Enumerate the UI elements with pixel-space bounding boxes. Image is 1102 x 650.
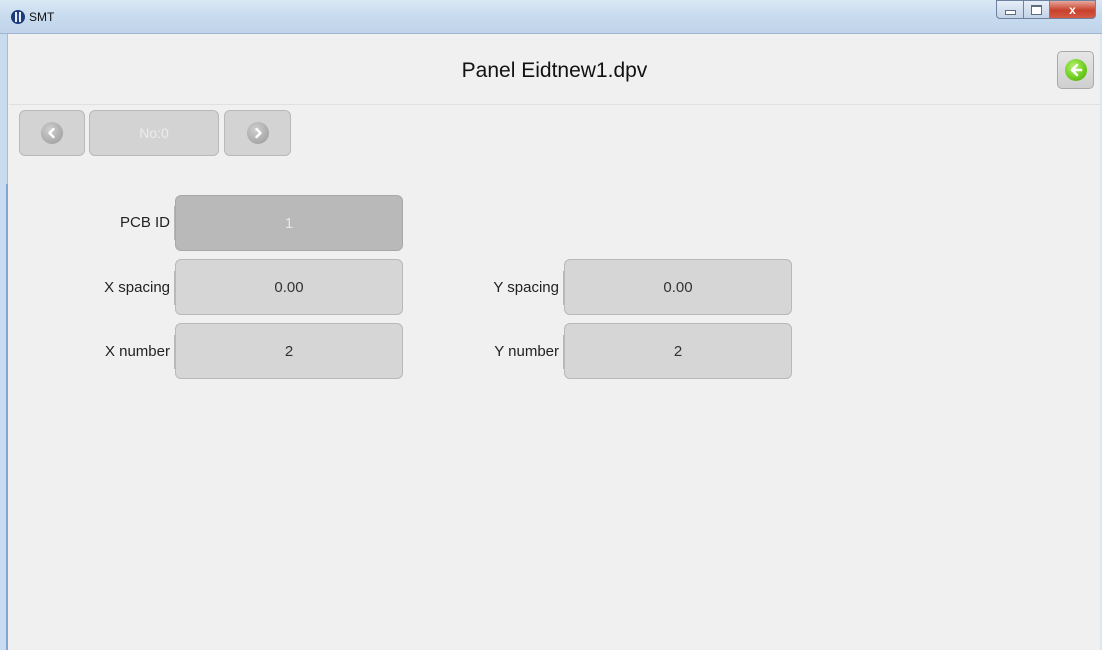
board-counter: No:0 bbox=[89, 110, 219, 156]
window-titlebar: SMT x bbox=[0, 0, 1102, 34]
page-header: Panel Eidtnew1.dpv bbox=[9, 34, 1100, 105]
page-title: Panel Eidtnew1.dpv bbox=[461, 59, 648, 82]
back-arrow-icon bbox=[1064, 59, 1087, 81]
maximize-icon bbox=[1031, 4, 1042, 15]
y-spacing-field[interactable]: 0.00 bbox=[564, 259, 792, 315]
x-spacing-label: X spacing bbox=[60, 271, 175, 305]
next-button[interactable] bbox=[224, 110, 291, 156]
minimize-button[interactable] bbox=[996, 0, 1024, 19]
pcb-id-field: 1 bbox=[175, 195, 403, 251]
x-spacing-field[interactable]: 0.00 bbox=[175, 259, 403, 315]
chevron-left-icon bbox=[41, 122, 63, 144]
y-spacing-label: Y spacing bbox=[450, 271, 564, 305]
chevron-right-icon bbox=[246, 122, 269, 144]
app-logo-icon bbox=[11, 10, 25, 24]
y-number-label: Y number bbox=[450, 335, 564, 369]
close-button[interactable]: x bbox=[1050, 0, 1096, 19]
pcb-id-label: PCB ID bbox=[80, 206, 175, 240]
maximize-button[interactable] bbox=[1024, 0, 1050, 19]
minimize-icon bbox=[1004, 10, 1016, 15]
window-frame-left bbox=[0, 34, 8, 650]
y-number-field[interactable]: 2 bbox=[564, 323, 792, 379]
window-title: SMT bbox=[29, 10, 55, 24]
previous-button[interactable] bbox=[19, 110, 85, 156]
close-icon: x bbox=[1069, 2, 1076, 17]
back-button[interactable] bbox=[1057, 51, 1094, 89]
x-number-field[interactable]: 2 bbox=[175, 323, 403, 379]
window-controls: x bbox=[996, 0, 1096, 20]
x-number-label: X number bbox=[60, 335, 175, 369]
